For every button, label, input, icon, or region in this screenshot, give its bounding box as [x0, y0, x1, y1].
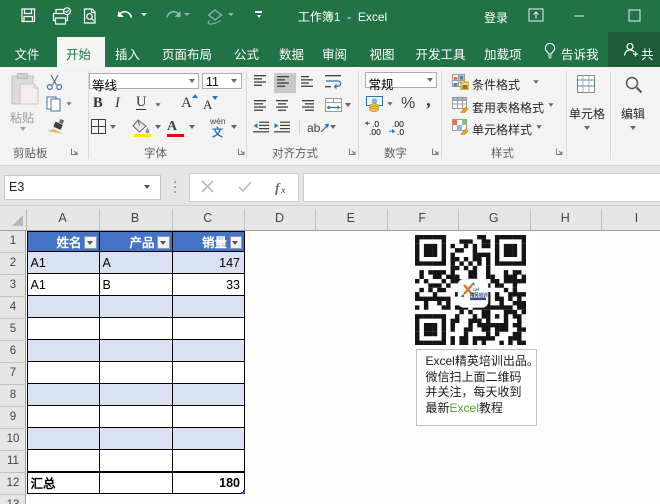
svg-text:.0: .0 — [397, 127, 404, 136]
svg-text:ab: ab — [307, 121, 321, 135]
svg-text:cel: cel — [473, 287, 479, 292]
svg-text:x: x — [280, 186, 286, 195]
svg-text:精英培训: 精英培训 — [470, 292, 488, 299]
svg-text:.00: .00 — [369, 127, 381, 136]
